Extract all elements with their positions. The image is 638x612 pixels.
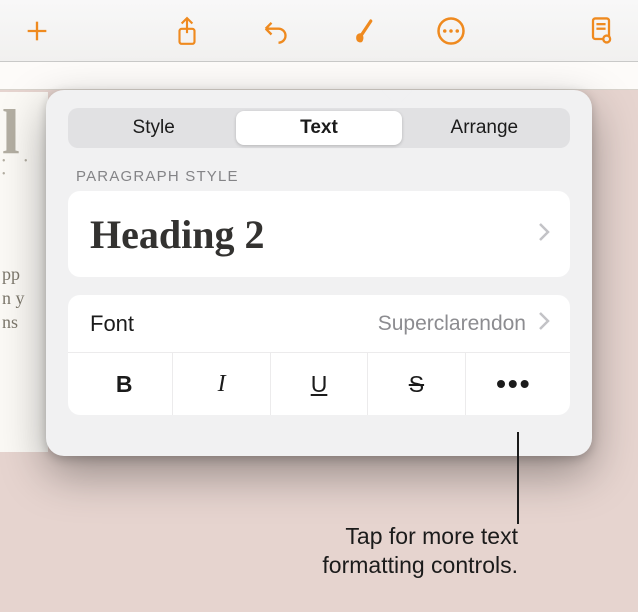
share-button[interactable] [168, 12, 206, 50]
ruler [0, 62, 638, 90]
paragraph-style-row[interactable]: Heading 2 [68, 191, 570, 277]
format-popover: Style Text Arrange PARAGRAPH STYLE Headi… [46, 90, 592, 456]
underline-button[interactable]: U [271, 353, 368, 415]
document-text-fragment: l • • • pp n y ns [0, 92, 48, 452]
add-button[interactable] [18, 12, 56, 50]
doc-frag-dots: • • • [2, 155, 46, 182]
paragraph-style-label: PARAGRAPH STYLE [76, 168, 564, 185]
font-row[interactable]: Font Superclarendon [68, 295, 570, 353]
toolbar-right [582, 12, 620, 50]
document-view-button[interactable] [582, 12, 620, 50]
undo-button[interactable] [256, 12, 294, 50]
text-style-row: B I U S ••• [68, 353, 570, 415]
tab-text[interactable]: Text [236, 111, 401, 145]
strikethrough-button[interactable]: S [368, 353, 465, 415]
doc-frag-line: pp [2, 262, 46, 286]
font-card: Font Superclarendon B I U S ••• [68, 295, 570, 415]
tab-style[interactable]: Style [71, 111, 236, 145]
underline-glyph: U [311, 371, 328, 398]
top-toolbar [0, 0, 638, 62]
chevron-right-icon [538, 222, 550, 247]
root: { "toolbar": { "add_icon": "plus-icon", … [0, 0, 638, 612]
italic-button[interactable]: I [173, 353, 270, 415]
doc-frag-line: n y [2, 286, 46, 310]
italic-glyph: I [218, 371, 226, 398]
font-value: Superclarendon [378, 312, 526, 336]
document-view-icon [587, 15, 615, 47]
format-segmented-control: Style Text Arrange [68, 108, 570, 148]
callout-line2: formatting controls. [322, 552, 518, 578]
bold-glyph: B [116, 371, 133, 398]
undo-icon [261, 17, 289, 45]
toolbar-left [18, 12, 56, 50]
toolbar-center [168, 12, 470, 50]
paragraph-style-card: Heading 2 [68, 191, 570, 277]
doc-frag-line: ns [2, 310, 46, 334]
format-button[interactable] [344, 12, 382, 50]
callout-text: Tap for more text formatting controls. [220, 522, 518, 580]
more-text-options-button[interactable]: ••• [466, 353, 562, 415]
doc-frag-lines: pp n y ns [2, 262, 46, 335]
plus-icon [23, 17, 51, 45]
callout-line1: Tap for more text [345, 523, 518, 549]
font-label: Font [90, 311, 134, 337]
strike-glyph: S [409, 371, 424, 398]
tab-arrange[interactable]: Arrange [402, 111, 567, 145]
bold-button[interactable]: B [76, 353, 173, 415]
more-button[interactable] [432, 12, 470, 50]
chevron-right-icon [538, 311, 550, 336]
brush-icon [349, 15, 377, 47]
share-icon [174, 16, 200, 46]
doc-frag-glyph: l [2, 110, 46, 155]
callout-leader-line [517, 432, 519, 524]
paragraph-style-value: Heading 2 [90, 211, 264, 258]
more-circle-icon [436, 16, 466, 46]
